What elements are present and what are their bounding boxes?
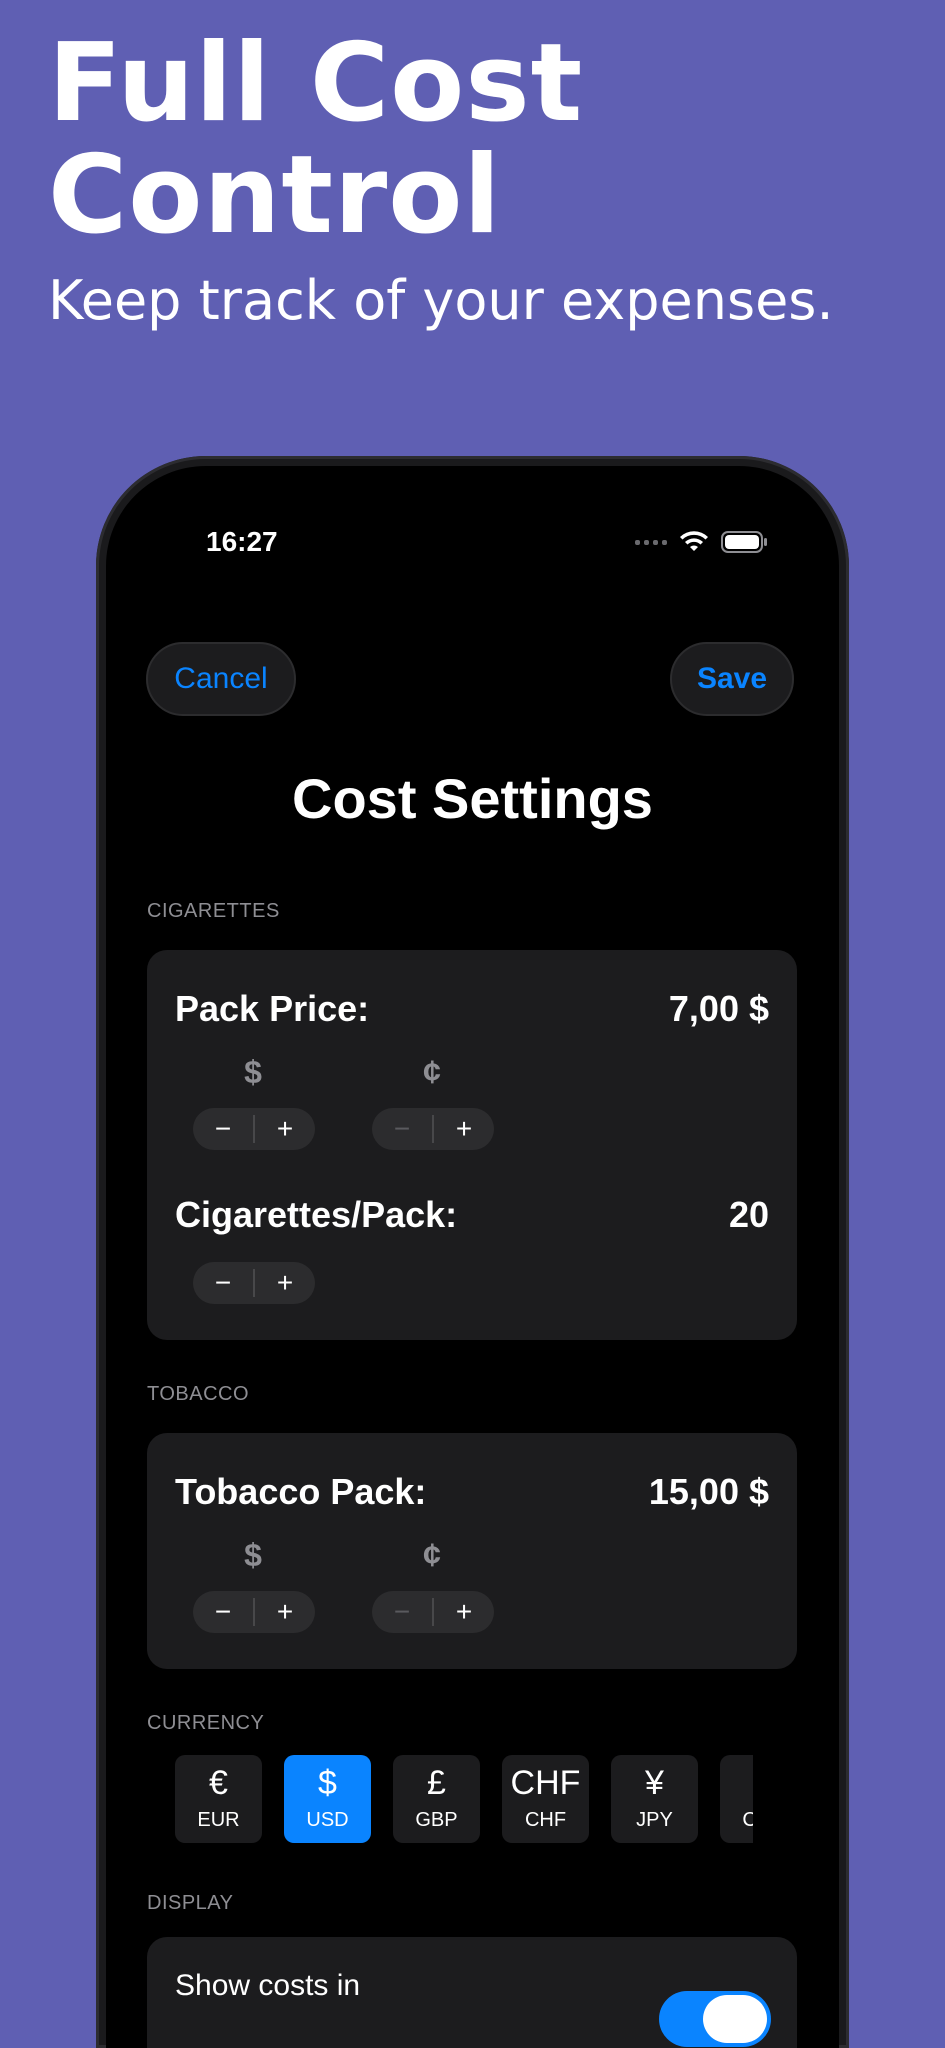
currency-symbol: €	[209, 1764, 228, 1802]
currency-symbol: CHF	[510, 1764, 581, 1802]
currency-code: JPY	[636, 1809, 673, 1831]
currency-code: GBP	[415, 1809, 458, 1831]
status-time: 16:27	[206, 526, 278, 557]
currency-symbol: £	[427, 1764, 446, 1802]
phone-screen: 16:27 Cancel Save Cost Settings CIGARETT…	[106, 466, 839, 2048]
phone-frame: 16:27 Cancel Save Cost Settings CIGARETT…	[96, 456, 849, 2048]
decrement-button[interactable]: −	[193, 1591, 253, 1633]
pack-price-cent-stepper: − +	[372, 1108, 494, 1150]
section-header-display: DISPLAY	[147, 1892, 234, 1914]
tobacco-dollar-stepper: − +	[193, 1591, 315, 1633]
increment-button[interactable]: +	[255, 1591, 315, 1633]
tobacco-cent-stepper: − +	[372, 1591, 494, 1633]
cigarettes-per-pack-value: 20	[728, 1194, 769, 1235]
tobacco-card: Tobacco Pack: 15,00 $ $ ¢ − + − +	[147, 1433, 797, 1669]
wifi-icon	[680, 531, 708, 551]
save-button[interactable]: Save	[670, 642, 794, 716]
promo-headline-line2: Control	[48, 133, 502, 258]
tobacco-pack-label: Tobacco Pack:	[175, 1471, 427, 1512]
decrement-button[interactable]: −	[193, 1108, 253, 1150]
cellular-icon	[635, 539, 667, 545]
currency-symbol: ¥	[720, 1763, 753, 1803]
currency-code: EUR	[197, 1809, 240, 1831]
increment-button[interactable]: +	[434, 1591, 494, 1633]
dollar-unit-label: $	[244, 1054, 262, 1090]
cancel-button[interactable]: Cancel	[146, 642, 296, 716]
page-title: Cost Settings	[292, 767, 653, 830]
cent-unit-label: ¢	[423, 1054, 441, 1090]
status-icons	[635, 530, 769, 554]
currency-option-eur[interactable]: € EUR	[175, 1755, 262, 1843]
cigarettes-per-pack-stepper: − +	[193, 1262, 315, 1304]
battery-icon	[721, 531, 767, 553]
cigarettes-card: Pack Price: 7,00 $ $ ¢ − + − + Cigarette…	[147, 950, 797, 1340]
toggle-knob	[703, 1995, 767, 2043]
currency-option-chf[interactable]: CHF CHF	[502, 1755, 589, 1843]
display-card: Show costs in	[147, 1937, 797, 2048]
currency-picker: € EUR $ USD £ GBP CHF CHF ¥ JPY ¥ CNY	[175, 1755, 753, 1845]
currency-option-jpy[interactable]: ¥ JPY	[611, 1755, 698, 1843]
dollar-unit-label: $	[244, 1537, 262, 1573]
promo-subheadline: Keep track of your expenses.	[48, 269, 834, 332]
section-header-tobacco: TOBACCO	[147, 1383, 250, 1405]
currency-code: CNY	[742, 1809, 753, 1831]
increment-button[interactable]: +	[255, 1108, 315, 1150]
promo-headline: Full Cost Control	[48, 28, 583, 252]
currency-symbol: $	[318, 1764, 337, 1802]
pack-price-label: Pack Price:	[175, 988, 370, 1029]
currency-code: CHF	[524, 1809, 567, 1831]
section-header-cigarettes: CIGARETTES	[147, 900, 280, 922]
cent-unit-label: ¢	[423, 1537, 441, 1573]
tobacco-pack-value: 15,00 $	[648, 1471, 769, 1512]
cigarettes-per-pack-label: Cigarettes/Pack:	[175, 1194, 458, 1235]
currency-option-usd[interactable]: $ USD	[284, 1755, 371, 1843]
decrement-button[interactable]: −	[193, 1262, 253, 1304]
show-costs-label: Show costs in	[175, 1969, 361, 2002]
section-header-currency: CURRENCY	[147, 1712, 265, 1734]
currency-code: USD	[306, 1809, 349, 1831]
currency-option-gbp[interactable]: £ GBP	[393, 1755, 480, 1843]
decrement-button[interactable]: −	[372, 1108, 432, 1150]
decrement-button[interactable]: −	[372, 1591, 432, 1633]
increment-button[interactable]: +	[434, 1108, 494, 1150]
pack-price-value: 7,00 $	[668, 988, 769, 1029]
promo-headline-line1: Full Cost	[48, 21, 584, 146]
currency-option-cny[interactable]: ¥ CNY	[720, 1755, 753, 1843]
currency-symbol: ¥	[645, 1764, 664, 1802]
show-costs-toggle[interactable]	[659, 1991, 771, 2047]
pack-price-dollar-stepper: − +	[193, 1108, 315, 1150]
increment-button[interactable]: +	[255, 1262, 315, 1304]
